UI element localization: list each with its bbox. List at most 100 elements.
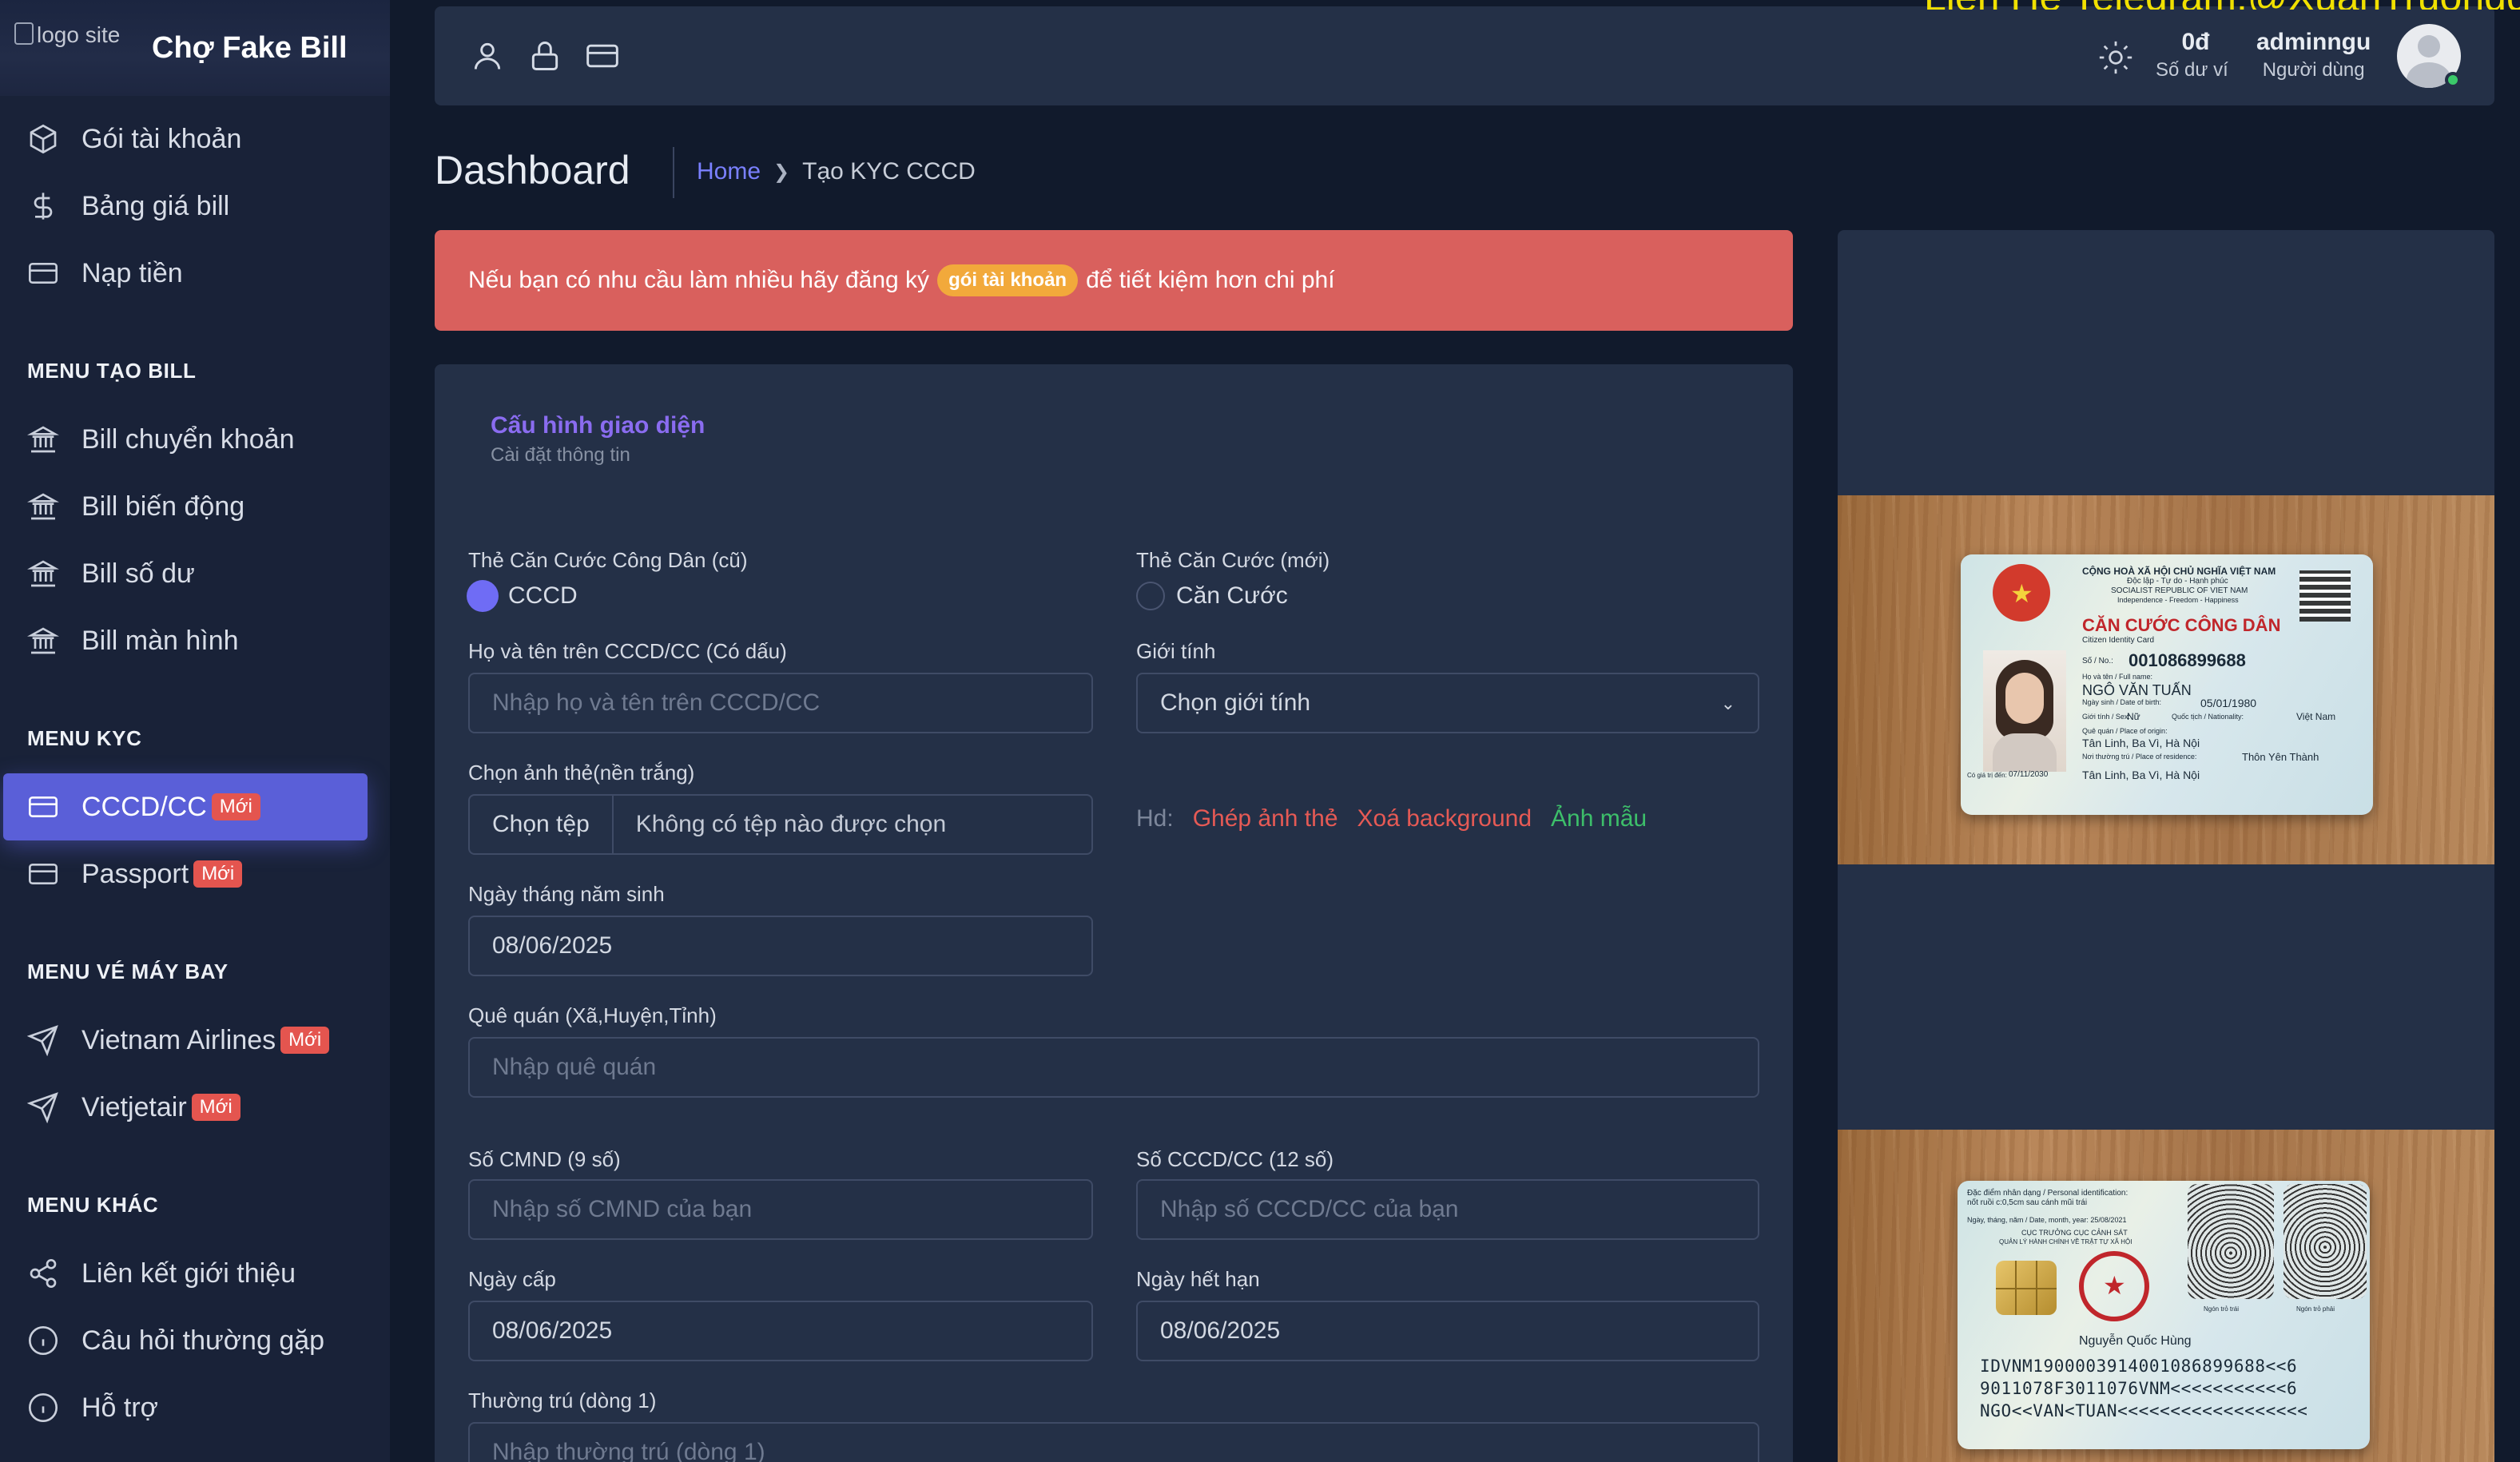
breadcrumb-divider (673, 147, 674, 198)
sidebar-item-label: Vietjetair (81, 1091, 187, 1122)
info-icon (27, 1392, 59, 1424)
choose-file-button[interactable]: Chọn tệp (470, 796, 614, 853)
card-title-en: Citizen Identity Card (2082, 636, 2155, 645)
issue-date-label: Ngày cấp (468, 1267, 556, 1291)
theme-toggle-sun-icon[interactable] (2098, 40, 2133, 81)
gender-select[interactable]: Chọn giới tính ⌄ (1136, 673, 1759, 733)
sidebar-item-price-list[interactable]: Bảng giá bill (0, 173, 390, 240)
brand-name: Chợ Fake Bill (152, 30, 348, 65)
menu-title-kyc: MENU KYC (27, 725, 142, 750)
user-info[interactable]: adminngu Người dùng (2256, 29, 2371, 81)
brand[interactable]: logo site Chợ Fake Bill (0, 0, 390, 96)
card-residence-2: Tân Linh, Ba Vì, Hà Nội (2082, 769, 2200, 781)
form-subtitle: Cài đặt thông tin (491, 444, 630, 466)
mrz-line-2: 9011078F3011076VNM<<<<<<<<<<<6 (1980, 1379, 2298, 1398)
sidebar-item-label: Passport (81, 858, 189, 889)
expiry-date-input[interactable]: 08/06/2025 (1136, 1301, 1759, 1361)
sidebar-item-bill-screen[interactable]: Bill màn hình (0, 607, 390, 674)
sidebar-item-bill-balance[interactable]: Bill số dư (0, 540, 390, 607)
emblem-icon: ★ (1993, 564, 2050, 622)
sidebar-item-vietjetair[interactable]: Vietjetair Mới (0, 1074, 390, 1141)
sidebar-item-bill-change[interactable]: Bill biến động (0, 473, 390, 540)
package-icon (27, 123, 59, 155)
radio-label: Căn Cước (1176, 582, 1288, 609)
user-icon[interactable] (470, 38, 505, 80)
residence1-input[interactable]: Nhập thường trú (dòng 1) (468, 1422, 1759, 1462)
card-motto-en: Independence - Freedom - Happiness (2117, 596, 2239, 604)
file-status-text: Không có tệp nào được chọn (635, 811, 947, 837)
back-authority-2: QUẢN LÝ HÀNH CHÍNH VỀ TRẬT TỰ XÃ HỘI (1999, 1238, 2132, 1245)
dob-label: Ngày tháng năm sinh (468, 882, 665, 906)
radio-label: CCCD (508, 582, 578, 609)
online-status-dot (2445, 72, 2461, 88)
bank-icon (27, 423, 59, 455)
photo-file-input[interactable]: Chọn tệp Không có tệp nào được chọn (468, 794, 1093, 855)
hometown-label: Quê quán (Xã,Huyện,Tỉnh) (468, 1003, 717, 1027)
back-preview-background: Đặc điểm nhân dạng / Personal identifica… (1838, 1130, 2494, 1462)
mrz-line-1: IDVNM1900003914001086899688<<6 (1980, 1357, 2298, 1376)
broken-image-icon (14, 22, 34, 45)
card-residence-1: Thôn Yên Thành (2242, 751, 2319, 763)
card-sex-label: Giới tính / Sex: (2082, 713, 2130, 721)
back-features-label: Đặc điểm nhân dạng / Personal identifica… (1967, 1189, 2128, 1198)
cccd-input[interactable]: Nhập số CCCD/CC của bạn (1136, 1179, 1759, 1240)
card-icon (27, 257, 59, 289)
back-signer: Nguyễn Quốc Hùng (2079, 1334, 2192, 1348)
sidebar-item-passport[interactable]: Passport Mới (0, 840, 390, 908)
chevron-down-icon: ⌄ (1720, 693, 1735, 713)
balance-label: Số dư ví (2156, 59, 2228, 81)
helper-label: Hd: (1136, 805, 1174, 832)
card-preview-panel: ★ CỘNG HOÀ XÃ HỘI CHỦ NGHĨA VIỆT NAM Độc… (1838, 230, 2494, 1462)
sidebar-item-faq[interactable]: Câu hỏi thường gặp (0, 1307, 390, 1374)
alert-text-after: để tiết kiệm hơn chi phí (1086, 267, 1335, 293)
wallet-balance[interactable]: 0đ Số dư ví (2156, 29, 2236, 81)
lock-icon[interactable] (527, 38, 562, 80)
card-country-en: SOCIALIST REPUBLIC OF VIET NAM (2111, 586, 2248, 595)
chevron-right-icon: ❯ (773, 161, 790, 183)
bank-icon (27, 491, 59, 522)
photo-label: Chọn ảnh thẻ(nền trắng) (468, 761, 695, 785)
left-finger-label: Ngón trỏ trái (2204, 1305, 2240, 1313)
fullname-input[interactable]: Nhập họ và tên trên CCCD/CC (468, 673, 1093, 733)
sidebar-item-label: CCCD/CC (81, 791, 207, 822)
sample-photo-link[interactable]: Ảnh mẫu (1551, 805, 1647, 832)
sidebar-item-vietnam-airlines[interactable]: Vietnam Airlines Mới (0, 1007, 390, 1074)
breadcrumb: Home ❯ Tạo KYC CCCD (697, 158, 976, 185)
merge-photo-link[interactable]: Ghép ảnh thẻ (1193, 805, 1338, 832)
new-badge: Mới (193, 860, 243, 888)
back-authority-1: CỤC TRƯỞNG CỤC CẢNH SÁT (2021, 1229, 2128, 1237)
form-title: Cấu hình giao diện (491, 412, 706, 439)
sidebar-item-deposit[interactable]: Nạp tiền (0, 240, 390, 307)
radio-cccd[interactable]: CCCD (468, 582, 578, 610)
new-badge: Mới (191, 1094, 240, 1121)
radio-can-cuoc[interactable]: Căn Cước (1136, 582, 1288, 610)
type-old-label: Thẻ Căn Cước Công Dân (cũ) (468, 548, 748, 572)
card-motto: Độc lập - Tự do - Hạnh phúc (2127, 577, 2228, 586)
sidebar-item-bill-transfer[interactable]: Bill chuyển khoản (0, 406, 390, 473)
card-nationality-label: Quốc tịch / Nationality: (2172, 713, 2244, 721)
sidebar-item-account-packages[interactable]: Gói tài khoản (0, 105, 390, 173)
breadcrumb-home-link[interactable]: Home (697, 158, 761, 185)
card-origin: Tân Linh, Ba Vì, Hà Nội (2082, 737, 2200, 749)
sidebar-item-cccd[interactable]: CCCD/CC Mới (3, 773, 368, 840)
sidebar-item-support[interactable]: Hỗ trợ (0, 1374, 390, 1441)
sidebar-item-label: Liên kết giới thiệu (81, 1257, 296, 1289)
mrz-line-3: NGO<<VAN<TUAN<<<<<<<<<<<<<<<<<< (1980, 1401, 2308, 1420)
sidebar-item-referral[interactable]: Liên kết giới thiệu (0, 1240, 390, 1307)
hometown-input[interactable]: Nhập quê quán (468, 1037, 1759, 1098)
remove-background-link[interactable]: Xoá background (1357, 805, 1532, 832)
fullname-label: Họ và tên trên CCCD/CC (Có dấu) (468, 639, 787, 663)
alert-text-before: Nếu bạn có nhu cầu làm nhiều hãy đăng ký (468, 267, 930, 293)
sidebar-item-label: Vietnam Airlines (81, 1024, 276, 1055)
issue-date-input[interactable]: 08/06/2025 (468, 1301, 1093, 1361)
card-dob-label: Ngày sinh / Date of birth: (2082, 698, 2162, 706)
account-package-link[interactable]: gói tài khoản (937, 264, 1079, 296)
card-icon[interactable] (585, 38, 620, 80)
right-fingerprint (2284, 1184, 2367, 1299)
cmnd-input[interactable]: Nhập số CMND của bạn (468, 1179, 1093, 1240)
dob-input[interactable]: 08/06/2025 (468, 916, 1093, 976)
topbar-shortcuts (470, 38, 620, 80)
radio-unchecked-icon (1136, 582, 1165, 610)
sidebar: logo site Chợ Fake Bill Gói tài khoản Bả… (0, 0, 390, 1462)
id-card-back: Đặc điểm nhân dạng / Personal identifica… (1958, 1181, 2370, 1449)
